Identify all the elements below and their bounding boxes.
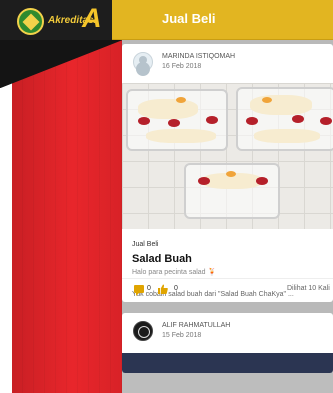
logo-emblem-icon: [17, 8, 44, 35]
like-icon[interactable]: [158, 284, 168, 294]
post-category: Jual Beli: [132, 241, 159, 248]
post-image[interactable]: [122, 353, 333, 373]
logo-block: Akreditasi A: [0, 0, 112, 40]
post-subtitle: Halo para pecinta salad 🍹: [132, 269, 217, 276]
post-image[interactable]: [122, 83, 333, 229]
like-count: 0: [174, 285, 178, 292]
comment-count: 0: [147, 285, 151, 292]
app-header: Akreditasi A Jual Beli: [0, 0, 333, 40]
avatar[interactable]: [133, 321, 153, 341]
post-title[interactable]: Salad Buah: [132, 253, 192, 265]
author-name[interactable]: MARINDA ISTIQOMAH: [162, 53, 235, 60]
post-actions: 0 0 Dilihat 10 Kali: [122, 278, 333, 300]
avatar[interactable]: [133, 52, 153, 72]
post-card[interactable]: MARINDA ISTIQOMAH 16 Feb 2018 Jual Beli: [122, 44, 333, 302]
logo-diagonal: [0, 40, 122, 88]
comment-icon[interactable]: [134, 285, 144, 296]
post-date: 15 Feb 2018: [162, 332, 202, 339]
post-date: 16 Feb 2018: [162, 63, 202, 70]
post-card[interactable]: ALIF RAHMATULLAH 15 Feb 2018: [122, 313, 333, 373]
bottom-bar: [122, 372, 333, 393]
logo-letter: A: [82, 3, 102, 33]
page-title: Jual Beli: [162, 11, 216, 26]
view-count: Dilihat 10 Kali: [287, 285, 330, 292]
author-name[interactable]: ALIF RAHMATULLAH: [162, 322, 230, 329]
